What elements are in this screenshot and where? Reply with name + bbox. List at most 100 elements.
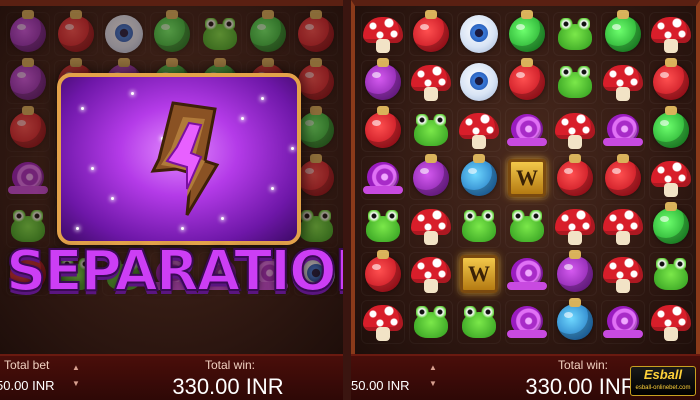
board-cell xyxy=(359,250,407,298)
board-cell xyxy=(599,10,647,58)
mushroom-icon xyxy=(363,303,403,341)
eyeball-icon xyxy=(460,63,498,101)
board-cell xyxy=(647,154,695,202)
snail-icon xyxy=(603,304,643,340)
board-cell xyxy=(100,10,148,58)
green-potion-icon xyxy=(250,10,286,52)
bet-stepper[interactable]: ▲ ▼ xyxy=(72,360,82,392)
frog-icon xyxy=(554,64,596,100)
board-cell xyxy=(407,298,455,346)
snail-icon xyxy=(507,304,547,340)
lightning-rune-icon xyxy=(150,101,220,216)
feature-card xyxy=(57,73,301,245)
sparkle xyxy=(76,227,79,230)
wild-symbol-icon: W xyxy=(508,159,546,197)
board-cell xyxy=(551,58,599,106)
red-potion-icon xyxy=(509,58,545,100)
board-cell xyxy=(455,10,503,58)
total-win-label: Total win: xyxy=(204,358,256,372)
board-cell xyxy=(647,58,695,106)
total-bet-value: 50.00 INR xyxy=(0,378,55,393)
total-win-value: 330.00 INR xyxy=(172,374,284,399)
frog-icon xyxy=(199,16,241,52)
snail-icon xyxy=(603,112,643,148)
board-cell xyxy=(503,250,551,298)
mushroom-icon xyxy=(411,255,451,293)
red-potion-icon xyxy=(298,58,334,100)
board-cell xyxy=(407,250,455,298)
board-cell xyxy=(599,58,647,106)
sparkle xyxy=(271,187,274,190)
board-cell xyxy=(407,10,455,58)
total-win-label: Total win: xyxy=(557,358,609,372)
sparkle xyxy=(181,227,184,230)
red-potion-icon xyxy=(365,250,401,292)
board-cell xyxy=(407,106,455,154)
sparkle xyxy=(291,147,294,150)
frog-icon xyxy=(458,304,500,340)
red-potion-icon xyxy=(298,10,334,52)
board-cell xyxy=(551,298,599,346)
watermark-url: esball-onlinebet.com xyxy=(635,385,691,391)
watermark-logo: Esball esball-onlinebet.com xyxy=(630,366,696,396)
mushroom-icon xyxy=(555,111,595,149)
eyeball-icon xyxy=(105,15,143,53)
board-cell xyxy=(407,154,455,202)
board-cell xyxy=(4,106,52,154)
red-potion-icon xyxy=(58,10,94,52)
right-game-panel: WW 50.00 INR ▲ ▼ Total win: 330.00 INR E… xyxy=(351,0,700,400)
bet-decrease-arrow-icon[interactable]: ▼ xyxy=(72,376,82,392)
bet-increase-arrow-icon[interactable]: ▲ xyxy=(429,360,439,376)
total-bet-label: Total bet xyxy=(4,358,50,372)
red-potion-icon xyxy=(557,154,593,196)
board-cell xyxy=(647,10,695,58)
green-potion-icon xyxy=(298,106,334,148)
purple-potion-icon xyxy=(10,58,46,100)
board-cell xyxy=(292,10,340,58)
green-potion-icon xyxy=(653,106,689,148)
feature-title: SEPARATION xyxy=(5,238,343,305)
board-cell: W xyxy=(503,154,551,202)
purple-potion-icon xyxy=(557,250,593,292)
mushroom-icon xyxy=(555,207,595,245)
frog-icon xyxy=(458,208,500,244)
board-cell xyxy=(359,298,407,346)
red-potion-icon xyxy=(10,106,46,148)
snail-icon xyxy=(507,256,547,292)
board-cell xyxy=(503,202,551,250)
wild-symbol-icon: W xyxy=(460,255,498,293)
board-cell xyxy=(455,58,503,106)
bet-decrease-arrow-icon[interactable]: ▼ xyxy=(429,376,439,392)
board-cell xyxy=(503,106,551,154)
mushroom-icon xyxy=(603,207,643,245)
board-cell xyxy=(647,250,695,298)
eyeball-icon xyxy=(460,15,498,53)
mushroom-icon xyxy=(603,255,643,293)
board-cell xyxy=(455,154,503,202)
mushroom-icon xyxy=(363,15,403,53)
board-cell xyxy=(599,106,647,154)
board-cell xyxy=(599,250,647,298)
left-game-panel: SEPARATION Total bet 50.00 INR ▲ ▼ Total… xyxy=(0,0,343,400)
sparkle xyxy=(81,107,84,110)
board-cell xyxy=(647,106,695,154)
board-cell xyxy=(455,298,503,346)
board-cell xyxy=(455,106,503,154)
board-cell xyxy=(4,154,52,202)
snail-icon xyxy=(507,112,547,148)
board-cell xyxy=(551,10,599,58)
board-cell xyxy=(359,154,407,202)
board-cell xyxy=(551,250,599,298)
left-bottom-bar: Total bet 50.00 INR ▲ ▼ Total win: 330.0… xyxy=(0,354,343,400)
board-cell xyxy=(551,154,599,202)
board-cell xyxy=(148,10,196,58)
bet-increase-arrow-icon[interactable]: ▲ xyxy=(72,360,82,376)
right-symbol-grid: WW xyxy=(359,10,695,346)
board-cell xyxy=(244,10,292,58)
board-cell xyxy=(455,202,503,250)
board-cell xyxy=(503,298,551,346)
board-cell xyxy=(647,202,695,250)
bet-stepper[interactable]: ▲ ▼ xyxy=(429,360,439,392)
board-cell xyxy=(4,58,52,106)
watermark-name: Esball xyxy=(643,367,683,382)
